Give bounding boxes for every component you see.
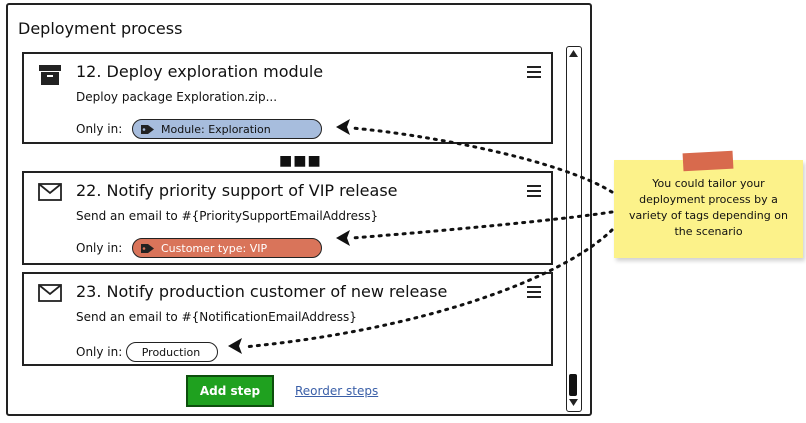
sticky-note-text: You could tailor your deployment process… [629, 177, 788, 238]
tag-label: Module: Exploration [161, 122, 271, 136]
envelope-icon [38, 183, 62, 201]
tag-icon [141, 243, 154, 253]
scroll-up-arrow-icon[interactable] [569, 50, 578, 57]
more-steps-indicator: ■■■ [279, 153, 322, 169]
step-title[interactable]: 12. Deploy exploration module [76, 62, 323, 81]
step-description: Deploy package Exploration.zip... [76, 90, 278, 104]
hamburger-menu-icon[interactable] [527, 286, 541, 298]
step-title[interactable]: 22. Notify priority support of VIP relea… [76, 181, 398, 200]
step-card-12[interactable]: 12. Deploy exploration module Deploy pac… [22, 52, 553, 144]
step-description: Send an email to #{NotificationEmailAddr… [76, 310, 357, 324]
package-icon [39, 65, 61, 85]
vertical-scrollbar[interactable] [566, 46, 582, 412]
tag-label: Production [141, 345, 201, 359]
scroll-down-arrow-icon[interactable] [569, 399, 578, 406]
add-step-button[interactable]: Add step [186, 375, 274, 407]
deployment-process-panel: Deployment process 12. Deploy exploratio… [6, 3, 592, 416]
step-card-23[interactable]: 23. Notify production customer of new re… [22, 272, 553, 366]
step-card-22[interactable]: 22. Notify priority support of VIP relea… [22, 171, 553, 265]
step-description: Send an email to #{PrioritySupportEmailA… [76, 209, 379, 223]
panel-title: Deployment process [18, 19, 183, 38]
sticky-note: You could tailor your deployment process… [614, 150, 803, 258]
tag-customer-type-vip[interactable]: Customer type: VIP [132, 238, 322, 258]
sticky-tape [682, 150, 734, 172]
only-in-label: Only in: [76, 241, 123, 255]
hamburger-menu-icon[interactable] [527, 185, 541, 197]
hamburger-menu-icon[interactable] [527, 66, 541, 78]
only-in-label: Only in: [76, 122, 123, 136]
scroll-thumb[interactable] [569, 374, 577, 396]
step-title[interactable]: 23. Notify production customer of new re… [76, 282, 447, 301]
tag-module-exploration[interactable]: Module: Exploration [132, 119, 322, 139]
only-in-label: Only in: [76, 345, 123, 359]
tag-production[interactable]: Production [126, 342, 218, 362]
tag-label: Customer type: VIP [161, 241, 268, 255]
envelope-icon [38, 284, 62, 302]
reorder-steps-link[interactable]: Reorder steps [295, 384, 378, 398]
tag-icon [141, 124, 154, 134]
